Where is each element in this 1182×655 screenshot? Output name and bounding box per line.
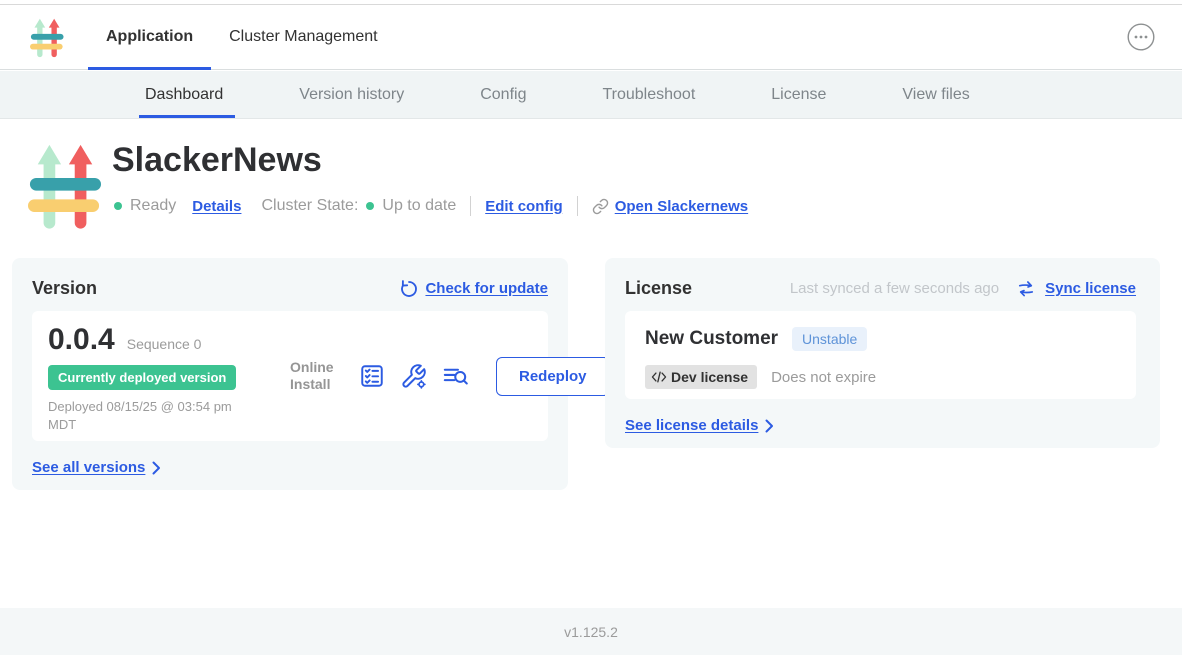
status-divider xyxy=(470,196,471,216)
chain-link-icon xyxy=(592,198,609,215)
license-card-header: License Last synced a few seconds ago Sy… xyxy=(625,278,1136,299)
see-license-details-label: See license details xyxy=(625,417,758,434)
license-card: License Last synced a few seconds ago Sy… xyxy=(605,258,1160,448)
page-title: SlackerNews xyxy=(112,141,322,180)
license-info-panel: New Customer Unstable Dev license Does n… xyxy=(625,311,1136,399)
wrench-gear-icon[interactable] xyxy=(400,363,427,390)
edit-config-link[interactable]: Edit config xyxy=(485,198,563,215)
logs-magnifier-icon[interactable] xyxy=(442,363,469,390)
version-number: 0.0.4 xyxy=(48,323,115,357)
status-details-link[interactable]: Details xyxy=(192,198,241,215)
current-version-panel: 0.0.4 Sequence 0 Currently deployed vers… xyxy=(32,311,548,441)
app-status-dot xyxy=(114,202,122,210)
subnav-tab-license[interactable]: License xyxy=(771,71,826,118)
tab-cluster-management[interactable]: Cluster Management xyxy=(211,5,396,69)
subnav-tab-dashboard[interactable]: Dashboard xyxy=(145,71,223,118)
subnav-tab-version-history[interactable]: Version history xyxy=(299,71,404,118)
chevron-right-icon xyxy=(152,461,161,475)
app-status-row: Ready Details Cluster State: Up to date … xyxy=(114,196,748,216)
open-app-label: Open Slackernews xyxy=(615,198,748,215)
deployed-timestamp: Deployed 08/15/25 @ 03:54 pm MDT xyxy=(48,398,263,433)
subnav-tab-troubleshoot[interactable]: Troubleshoot xyxy=(602,71,695,118)
install-type-label: Online Install xyxy=(290,359,344,394)
app-logo-icon xyxy=(30,16,64,58)
see-all-versions-link[interactable]: See all versions xyxy=(32,459,161,476)
customer-name: New Customer xyxy=(645,328,778,350)
license-type-label: Dev license xyxy=(671,369,748,385)
open-app-link[interactable]: Open Slackernews xyxy=(592,198,748,215)
ellipsis-icon xyxy=(1126,22,1156,52)
license-type-badge: Dev license xyxy=(645,365,757,389)
subnav-tab-config[interactable]: Config xyxy=(480,71,526,118)
refresh-icon xyxy=(399,279,419,299)
status-divider xyxy=(577,196,578,216)
preflight-checklist-icon[interactable] xyxy=(359,363,385,389)
code-brackets-icon xyxy=(651,370,667,384)
check-for-update-label: Check for update xyxy=(425,280,548,297)
console-version: v1.125.2 xyxy=(564,624,618,640)
see-license-details-link[interactable]: See license details xyxy=(625,417,774,434)
deployed-version-badge: Currently deployed version xyxy=(48,365,236,390)
license-expiry: Does not expire xyxy=(771,369,876,386)
redeploy-button[interactable]: Redeploy xyxy=(496,357,610,396)
license-card-title: License xyxy=(625,278,692,299)
navbar-spacer xyxy=(396,5,1126,69)
channel-badge: Unstable xyxy=(792,327,867,351)
subnav-tab-view-files[interactable]: View files xyxy=(902,71,969,118)
version-info-block: 0.0.4 Sequence 0 Currently deployed vers… xyxy=(48,323,276,429)
chevron-right-icon xyxy=(765,419,774,433)
app-subnav: Dashboard Version history Config Trouble… xyxy=(0,71,1182,119)
top-nav-tabs: Application Cluster Management xyxy=(88,5,396,69)
more-options-button[interactable] xyxy=(1126,22,1156,52)
see-all-versions-label: See all versions xyxy=(32,459,145,476)
app-logo-large xyxy=(28,139,102,233)
sync-arrows-icon xyxy=(1016,279,1036,299)
app-status-text: Ready xyxy=(130,197,176,215)
tab-application[interactable]: Application xyxy=(88,5,211,69)
console-footer: v1.125.2 xyxy=(0,608,1182,655)
cluster-state-label: Cluster State: xyxy=(261,197,358,215)
version-actions-block: Online Install xyxy=(290,323,610,429)
version-card-title: Version xyxy=(32,278,97,299)
license-header-right: Last synced a few seconds ago Sync licen… xyxy=(790,279,1136,299)
last-synced-text: Last synced a few seconds ago xyxy=(790,280,999,297)
cluster-state-text: Up to date xyxy=(382,197,456,215)
version-sequence: Sequence 0 xyxy=(127,336,202,352)
cluster-state-dot xyxy=(366,202,374,210)
check-for-update-link[interactable]: Check for update xyxy=(399,279,548,299)
version-card-header: Version Check for update xyxy=(32,278,548,299)
sync-license-link[interactable]: Sync license xyxy=(1045,280,1136,297)
top-navbar: Application Cluster Management xyxy=(0,5,1182,70)
version-card: Version Check for update 0.0.4 Sequence … xyxy=(12,258,568,490)
